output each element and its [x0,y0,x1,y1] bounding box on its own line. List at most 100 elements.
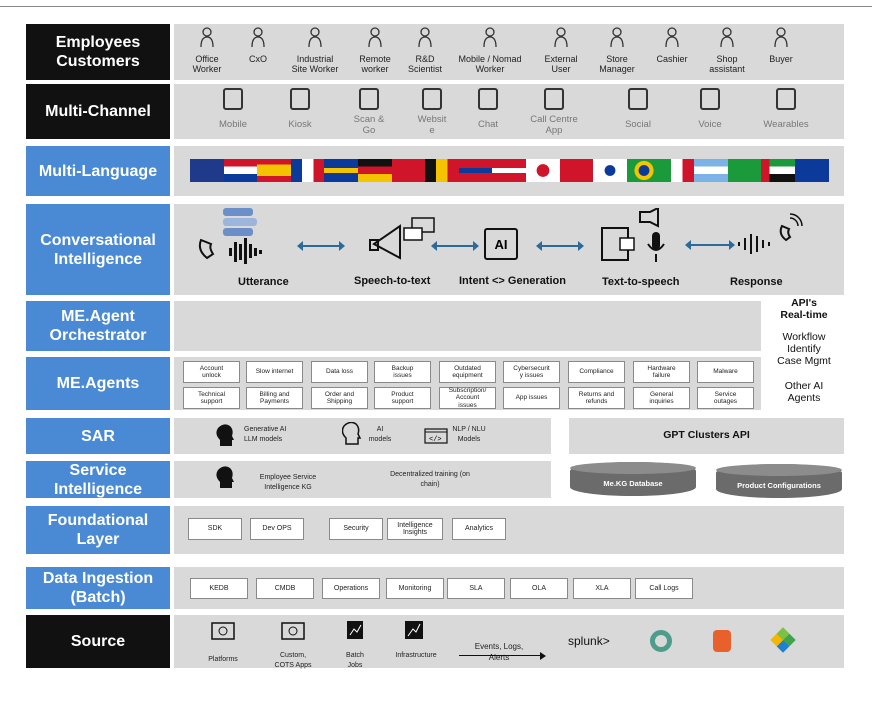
layer-conversational-intelligence: Conversational Intelligence [26,204,170,295]
agent-box: Cybersecurit y issues [503,361,560,383]
text-line: support [200,398,223,405]
channel-icon [359,88,379,110]
tool-logo-ring [650,630,672,652]
flag-icon [492,159,527,182]
api-subtitle: Real-time [780,309,828,321]
layer-label: Source [70,633,126,650]
channel-icon [223,88,243,110]
agent-box: Technical support [183,387,240,409]
text-line: support [391,398,414,405]
flow-arrow [297,241,345,251]
events-arrow [459,655,543,656]
db-label: Product Configurations [737,480,821,490]
gpt-clusters-api: GPT Clusters API [663,429,750,441]
ingestion-box: SLA [447,578,505,599]
agent-label: Hardware failure [647,365,675,380]
text-line: Account [455,394,480,402]
splunk-logo: splunk> [568,634,610,648]
layer-service-intelligence: Service Intelligence [26,461,170,498]
utterance-icon [198,208,262,264]
events-arrowhead [540,652,550,660]
flag-icon [324,159,359,182]
foundational-box: Dev OPS [250,518,304,540]
ingestion-box: KEDB [190,578,248,599]
source-line: COTS Apps [274,662,312,669]
flag-icon [794,159,829,182]
agent-label: Account unlock [200,365,224,380]
ai-chip-label: AI [494,236,508,252]
agent-label: Billing and Payments [260,391,290,406]
flag-icon [391,159,426,182]
channel-label: Call Centre App [519,114,589,136]
text-line: Worker [192,64,222,74]
agent-label: Slow internet [256,368,294,376]
text-line: Call Centre [530,114,578,125]
person-icon [553,27,569,48]
channel-icon [478,88,498,110]
flag-icon [223,159,258,182]
agent-label: Compliance [579,368,613,376]
agent-label: Outdated equipment [452,365,482,380]
text-line: Manager [599,64,635,74]
flag-icon [526,159,560,182]
layer-foundational: Foundational Layer [26,506,170,554]
ingestion-box: Call Logs [635,578,693,599]
service-training: Decentralized training (on chain) [380,470,480,490]
top-divider [0,6,872,7]
layer-label-line: ME.Agent [61,308,135,325]
agent-box: Service outages [697,387,754,409]
person-icon [417,27,433,48]
channel-icon [700,88,720,110]
agent-label: Returns and refunds [579,391,614,406]
agent-label: Order and Shipping [325,391,354,406]
person-icon [609,27,625,48]
channel-label: Scan & Go [334,114,404,136]
agent-label: App issues [516,394,548,402]
text-line: Mobile / Nomad [458,54,522,64]
me-kg-database: Me.KG Database [570,462,696,496]
sar-genai: Generative AI LLM models [244,425,304,445]
megaphone-icon [369,217,435,260]
layer-label-line: Intelligence [53,480,143,498]
api-panel: API's Real-time Workflow Identify Case M… [764,297,844,404]
text-line: assistant [709,64,745,74]
flag-icon [290,159,325,182]
batch-jobs-icon [347,621,363,639]
agent-label: Product support [391,391,413,406]
product-configurations-db: Product Configurations [716,464,842,498]
ingestion-box: OLA [510,578,568,599]
step-text-to-speech: Text-to-speech [602,276,680,288]
flag-icon [727,159,762,182]
api-item: Other AI [784,380,824,392]
agent-label: Technical support [198,391,225,406]
agent-box: Product support [374,387,431,409]
agent-box: App issues [503,387,560,409]
flag-icon [660,159,695,182]
agent-box: Hardware failure [633,361,690,383]
code-window-icon: </> [424,428,448,444]
layer-label-line: Layer [76,531,120,548]
text-line: unlock [202,372,221,379]
text-line: inquiries [649,398,674,405]
agent-label: Backup issues [392,365,414,380]
agent-label: Malware [713,368,738,376]
agent-box: Compliance [568,361,625,383]
agent-box: Order and Shipping [311,387,368,409]
layer-label-line: (Batch) [70,589,126,606]
channel-label: Chat [453,119,523,130]
text-line: General [649,390,674,398]
agent-box: Outdated equipment [439,361,496,383]
text-line: Kiosk [288,119,312,130]
channel-label: Kiosk [265,119,335,130]
text-line: refunds [585,398,608,405]
infrastructure-icon [405,621,423,639]
text-line: Buyer [769,54,793,64]
text-line: Payments [260,398,289,405]
source-line: Platforms [208,656,238,663]
step-speech-to-text: Speech-to-text [354,275,431,287]
api-item [764,367,844,380]
channel-label: Wearables [751,119,821,130]
ingestion-box: Operations [322,578,380,599]
person-icon [367,27,383,48]
channel-icon [544,88,564,110]
